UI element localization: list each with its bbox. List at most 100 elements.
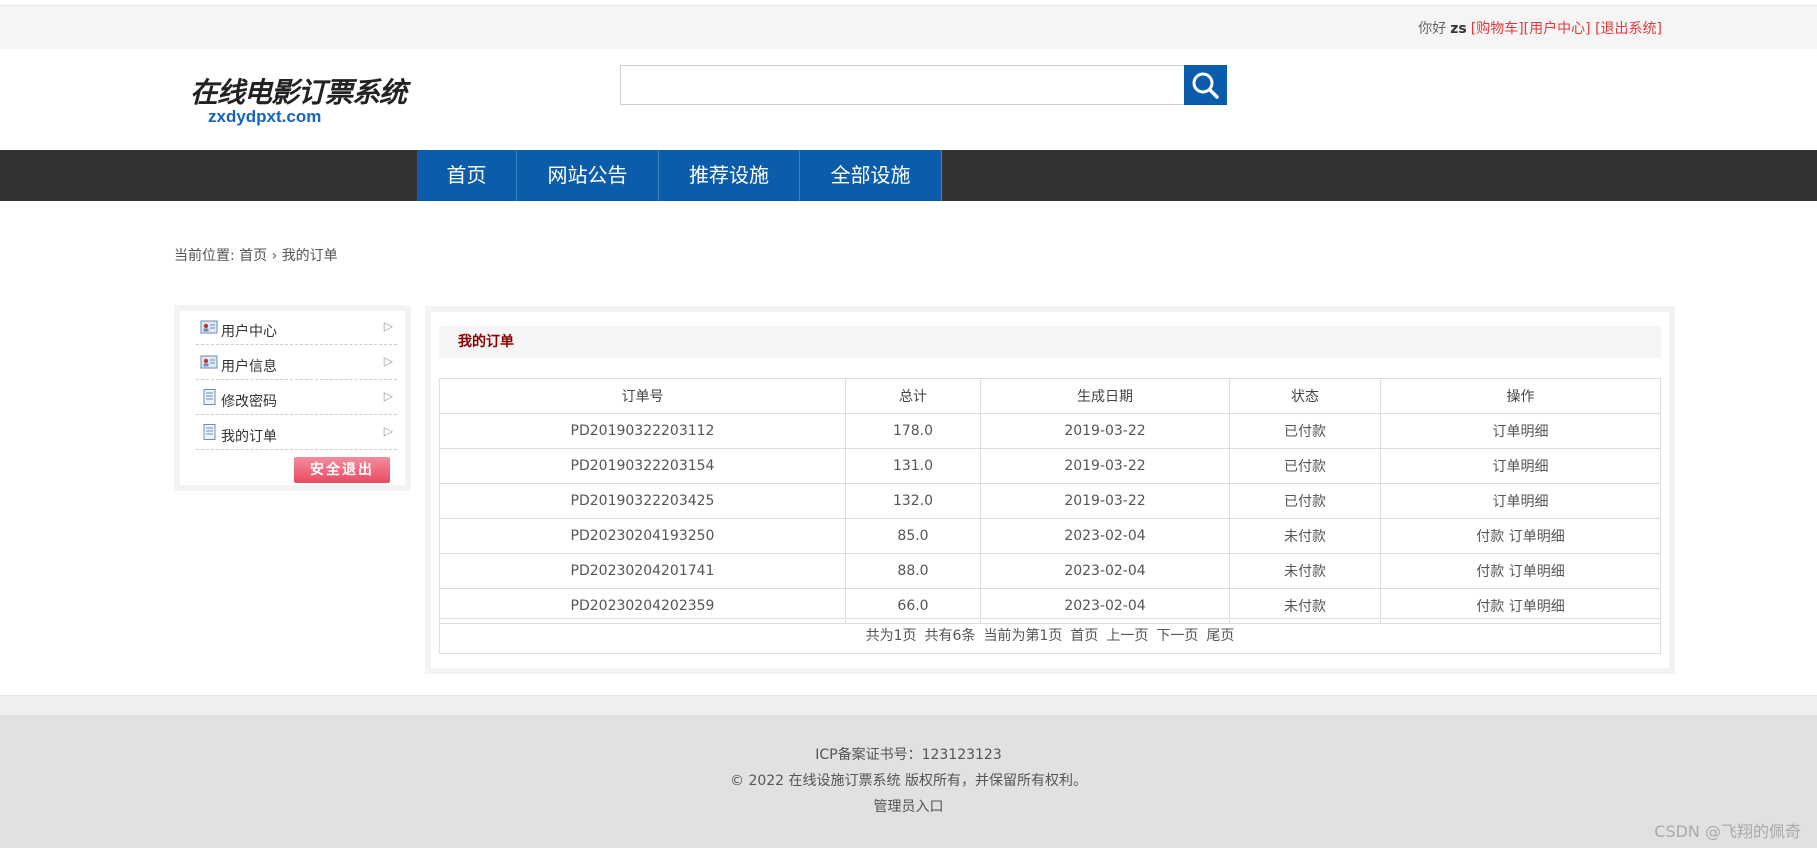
order-detail-link[interactable]: 订单明细 <box>1493 424 1549 440</box>
table-row: PD20190322203154 131.0 2019-03-22 已付款 订单… <box>439 448 1661 484</box>
pager-prev-link[interactable]: 上一页 <box>1106 628 1148 644</box>
order-status: 已付款 <box>1229 483 1381 519</box>
breadcrumb-separator: › <box>271 248 278 264</box>
column-header: 操作 <box>1380 378 1661 414</box>
order-date: 2023-02-04 <box>980 553 1230 589</box>
sidebar-item-label: 我的订单 <box>221 429 277 445</box>
order-status: 未付款 <box>1229 518 1381 554</box>
search-icon <box>1192 72 1219 99</box>
document-icon <box>203 424 216 440</box>
main-nav: 首页 网站公告 推荐设施 全部设施 <box>0 150 1817 201</box>
order-id: PD20190322203112 <box>439 413 846 449</box>
order-date: 2019-03-22 <box>980 483 1230 519</box>
pager-current-page: 当前为第1页 <box>983 628 1063 644</box>
order-id: PD20230204193250 <box>439 518 846 554</box>
order-id: PD20190322203154 <box>439 448 846 484</box>
order-detail-link[interactable]: 订单明细 <box>1509 564 1565 580</box>
chevron-right-icon: ▷ <box>383 424 393 438</box>
order-id: PD20230204201741 <box>439 553 846 589</box>
breadcrumb-current: 我的订单 <box>281 248 338 264</box>
table-row: PD20230204201741 88.0 2023-02-04 未付款 付款 … <box>439 553 1661 589</box>
breadcrumb: 当前位置: 首页 › 我的订单 <box>174 245 338 265</box>
sidebar: 用户中心 ▷ 用户信息 ▷ 修改密码 ▷ 我的订单 ▷ 安全退出 <box>174 305 411 491</box>
sidebar-item-change-password[interactable]: 修改密码 ▷ <box>196 381 397 415</box>
pager-total-records: 共有6条 <box>924 628 976 644</box>
order-date: 2019-03-22 <box>980 413 1230 449</box>
pager-first-link[interactable]: 首页 <box>1070 628 1098 644</box>
order-actions: 订单明细 <box>1380 483 1661 519</box>
footer: ICP备案证书号：123123123 © 2022 在线设施订票系统 版权所有，… <box>0 715 1817 848</box>
footer-admin-row: 管理员入口 <box>0 796 1817 816</box>
chevron-right-icon: ▷ <box>383 354 393 368</box>
logout-link[interactable]: [退出系统] <box>1595 21 1662 37</box>
sidebar-item-label: 用户中心 <box>221 324 277 340</box>
pager-next-link[interactable]: 下一页 <box>1156 628 1198 644</box>
orders-panel-inner: 我的订单 订单号 总计 生成日期 状态 操作 PD20190322203112 … <box>431 312 1669 668</box>
pager-last-link[interactable]: 尾页 <box>1206 628 1234 644</box>
order-detail-link[interactable]: 订单明细 <box>1493 459 1549 475</box>
order-date: 2023-02-04 <box>980 518 1230 554</box>
username: zs <box>1450 21 1467 37</box>
order-date: 2019-03-22 <box>980 448 1230 484</box>
cart-link[interactable]: [购物车] <box>1471 21 1524 37</box>
panel-title: 我的订单 <box>439 326 1661 358</box>
footer-divider <box>0 695 1817 715</box>
order-total: 88.0 <box>845 553 981 589</box>
sidebar-item-user-info[interactable]: 用户信息 ▷ <box>196 346 397 380</box>
order-detail-link[interactable]: 订单明细 <box>1509 599 1565 615</box>
order-total: 85.0 <box>845 518 981 554</box>
nav-item-all[interactable]: 全部设施 <box>800 150 942 201</box>
user-center-link[interactable]: [用户中心] <box>1524 21 1591 37</box>
column-header: 订单号 <box>439 378 846 414</box>
order-actions: 订单明细 <box>1380 413 1661 449</box>
search-button[interactable] <box>1184 65 1227 105</box>
safe-logout-button[interactable]: 安全退出 <box>294 457 390 483</box>
column-header: 总计 <box>845 378 981 414</box>
sidebar-item-user-center[interactable]: 用户中心 ▷ <box>196 311 397 345</box>
order-pay-link[interactable]: 付款 <box>1476 599 1504 615</box>
greeting-text: 你好 <box>1418 21 1447 37</box>
footer-icp: ICP备案证书号：123123123 <box>815 747 1002 763</box>
document-icon <box>203 389 216 405</box>
order-actions: 订单明细 <box>1380 448 1661 484</box>
column-header: 生成日期 <box>980 378 1230 414</box>
order-detail-link[interactable]: 订单明细 <box>1493 494 1549 510</box>
sidebar-item-label: 用户信息 <box>221 359 277 375</box>
user-card-icon <box>200 320 218 334</box>
table-header-row: 订单号 总计 生成日期 状态 操作 <box>439 378 1661 414</box>
footer-copyright: © 2022 在线设施订票系统 版权所有，并保留所有权利。 <box>730 773 1087 789</box>
header: 在线电影订票系统 zxdydpxt.com <box>0 49 1817 150</box>
admin-entry-link[interactable]: 管理员入口 <box>874 799 944 815</box>
order-pay-link[interactable]: 付款 <box>1476 564 1504 580</box>
pager-total-pages: 共为1页 <box>865 628 917 644</box>
watermark: CSDN @飞翔的佩奇 <box>1654 822 1801 841</box>
breadcrumb-prefix: 当前位置: <box>174 248 240 264</box>
sidebar-item-label: 修改密码 <box>221 394 277 410</box>
orders-panel: 我的订单 订单号 总计 生成日期 状态 操作 PD20190322203112 … <box>425 306 1675 674</box>
user-links: 你好 zs [购物车][用户中心] [退出系统] <box>1418 18 1662 38</box>
logo-cn-text: 在线电影订票系统 <box>190 76 407 109</box>
sidebar-item-my-orders[interactable]: 我的订单 ▷ <box>196 416 397 450</box>
order-status: 已付款 <box>1229 448 1381 484</box>
table-row: PD20230204193250 85.0 2023-02-04 未付款 付款 … <box>439 518 1661 554</box>
nav-menu: 首页 网站公告 推荐设施 全部设施 <box>417 150 942 201</box>
order-pay-link[interactable]: 付款 <box>1476 529 1504 545</box>
breadcrumb-home[interactable]: 首页 <box>239 248 267 264</box>
nav-item-recommended[interactable]: 推荐设施 <box>659 150 800 201</box>
nav-item-announcements[interactable]: 网站公告 <box>517 150 659 201</box>
chevron-right-icon: ▷ <box>383 389 393 403</box>
order-status: 已付款 <box>1229 413 1381 449</box>
order-actions: 付款 订单明细 <box>1380 518 1661 554</box>
order-status: 未付款 <box>1229 553 1381 589</box>
search-input[interactable] <box>620 65 1184 105</box>
order-id: PD20190322203425 <box>439 483 846 519</box>
table-row: PD20190322203112 178.0 2019-03-22 已付款 订单… <box>439 413 1661 449</box>
site-logo[interactable]: 在线电影订票系统 zxdydpxt.com <box>190 71 407 131</box>
nav-item-home[interactable]: 首页 <box>417 150 517 201</box>
order-total: 178.0 <box>845 413 981 449</box>
top-bar: 你好 zs [购物车][用户中心] [退出系统] <box>0 5 1817 49</box>
table-row: PD20190322203425 132.0 2019-03-22 已付款 订单… <box>439 483 1661 519</box>
order-detail-link[interactable]: 订单明细 <box>1509 529 1565 545</box>
order-total: 131.0 <box>845 448 981 484</box>
sidebar-inner: 用户中心 ▷ 用户信息 ▷ 修改密码 ▷ 我的订单 ▷ 安全退出 <box>180 311 405 485</box>
